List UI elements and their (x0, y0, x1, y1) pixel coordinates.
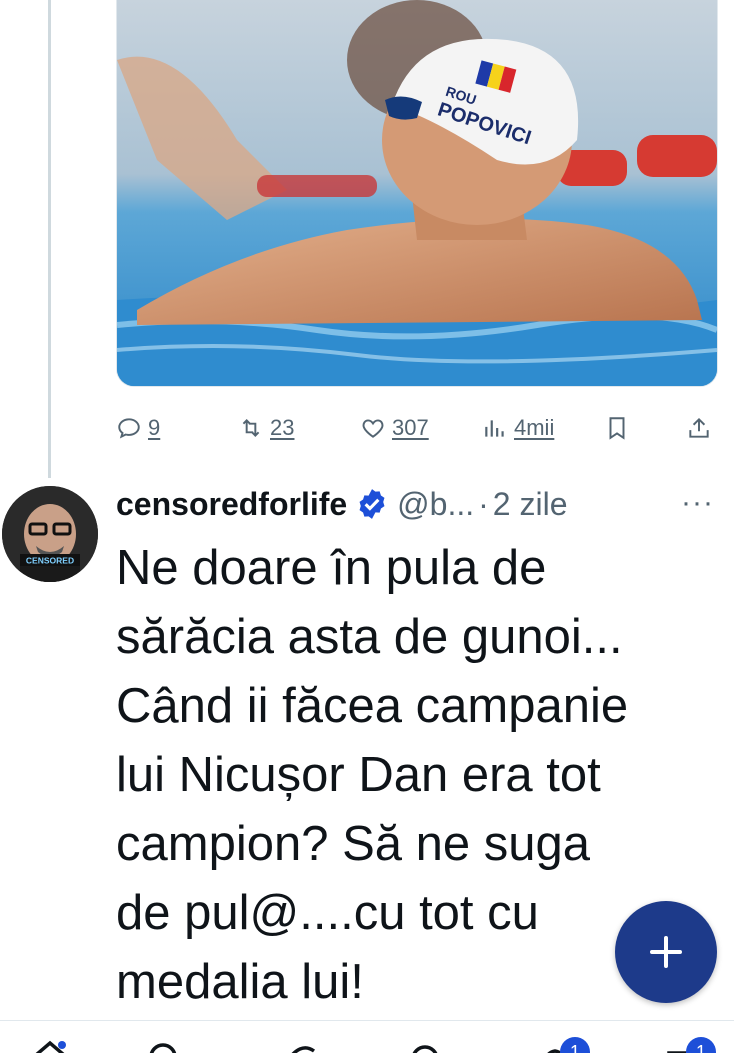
views-icon (485, 420, 504, 437)
home-icon (35, 1040, 66, 1053)
nav-home[interactable] (30, 1035, 70, 1053)
bookmark-icon (609, 417, 625, 440)
search-icon (149, 1043, 177, 1053)
views-button[interactable]: 4mii (482, 408, 554, 448)
censored-label: CENSORED (26, 556, 74, 566)
nav-grok[interactable] (280, 1035, 320, 1053)
author-handle[interactable]: @b... (397, 486, 474, 523)
communities-icon (412, 1045, 438, 1053)
views-count: 4mii (514, 415, 555, 440)
tweet-actions: 9 23 307 4mii (116, 408, 716, 448)
avatar-image: CENSORED (2, 486, 98, 582)
verified-badge-icon (359, 489, 385, 519)
post-header: censoredforlife @b... · 2 zile (116, 480, 726, 528)
thread-connector-line (48, 0, 51, 478)
nav-communities[interactable] (405, 1035, 445, 1053)
repost-button[interactable]: 23 (238, 408, 294, 448)
like-count: 307 (392, 415, 429, 440)
post-time[interactable]: 2 zile (493, 486, 568, 523)
heart-icon (362, 419, 384, 438)
nav-search[interactable] (145, 1035, 185, 1053)
share-icon (689, 417, 709, 438)
more-options-button[interactable]: ··· (681, 486, 714, 520)
share-button[interactable] (686, 408, 712, 448)
compose-post-button[interactable] (615, 901, 717, 1003)
author-avatar[interactable]: CENSORED (2, 486, 98, 582)
grok-icon (291, 1046, 316, 1053)
like-button[interactable]: 307 (360, 408, 429, 448)
swimmer-photo: POPOVICI ROU (117, 0, 717, 386)
reply-button[interactable]: 9 (116, 408, 160, 448)
author-name[interactable]: censoredforlife (116, 486, 347, 523)
meta-separator: · (478, 485, 489, 522)
plus-icon (650, 936, 682, 968)
bookmark-button[interactable] (604, 408, 630, 448)
reply-icon (118, 418, 140, 439)
repost-icon (242, 419, 260, 437)
post-image[interactable]: POPOVICI ROU (116, 0, 718, 387)
repost-count: 23 (270, 415, 295, 440)
bottom-nav: 1 1 (0, 1021, 734, 1053)
reply-count: 9 (148, 415, 161, 440)
